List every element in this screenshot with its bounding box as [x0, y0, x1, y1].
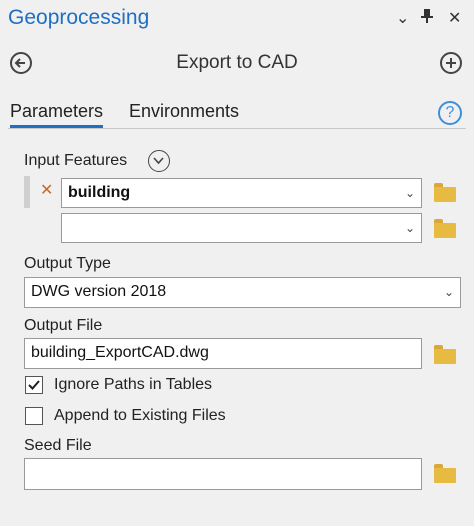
help-icon[interactable]: ?	[438, 101, 462, 125]
plus-icon[interactable]	[440, 52, 462, 74]
input-features-row-2[interactable]: ⌄	[61, 213, 422, 243]
seed-file-label: Seed File	[24, 437, 92, 454]
folder-icon[interactable]	[434, 345, 456, 364]
pin-icon[interactable]	[420, 8, 434, 29]
tab-divider	[8, 128, 466, 129]
append-existing-checkbox[interactable]	[25, 407, 43, 425]
options-chevron-icon[interactable]: ⌄	[396, 8, 409, 28]
panel-title: Geoprocessing	[8, 6, 150, 29]
chevron-down-icon[interactable]: ⌄	[405, 179, 415, 207]
chevron-down-icon[interactable]	[148, 150, 170, 172]
output-file-value: building_ExportCAD.dwg	[31, 344, 209, 361]
output-type-value: DWG version 2018	[31, 283, 167, 300]
drag-handle[interactable]	[24, 176, 30, 208]
folder-icon[interactable]	[434, 219, 456, 238]
chevron-down-icon[interactable]: ⌄	[405, 214, 415, 242]
output-file-input[interactable]: building_ExportCAD.dwg	[24, 338, 422, 369]
input-features-label: Input Features	[24, 152, 128, 169]
seed-file-input[interactable]	[24, 458, 422, 490]
ignore-paths-label[interactable]: Ignore Paths in Tables	[54, 376, 212, 394]
tab-environments[interactable]: Environments	[129, 101, 239, 122]
tab-parameters[interactable]: Parameters	[10, 101, 104, 128]
output-type-select[interactable]: DWG version 2018 ⌄	[24, 277, 461, 308]
output-file-label: Output File	[24, 317, 103, 334]
ignore-paths-checkbox[interactable]	[25, 376, 43, 394]
chevron-down-icon[interactable]: ⌄	[444, 278, 454, 306]
remove-item-icon[interactable]: ✕	[40, 180, 53, 200]
input-features-value-1: building	[68, 184, 131, 201]
output-type-label: Output Type	[24, 255, 111, 272]
input-features-row-1[interactable]: building ⌄	[61, 178, 422, 208]
tool-title: Export to CAD	[176, 52, 298, 73]
close-icon[interactable]: ✕	[448, 8, 461, 28]
append-existing-label[interactable]: Append to Existing Files	[54, 407, 226, 425]
folder-icon[interactable]	[434, 183, 456, 202]
geoprocessing-pane: Geoprocessing ⌄ ✕ Export to CAD Paramete…	[0, 0, 474, 526]
folder-icon[interactable]	[434, 464, 456, 483]
